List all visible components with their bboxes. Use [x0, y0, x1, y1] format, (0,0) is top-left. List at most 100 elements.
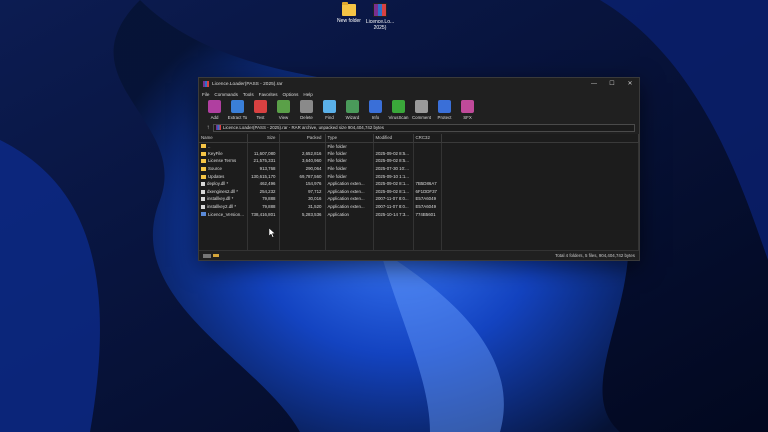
- file-icon: [201, 182, 205, 187]
- column-header-type[interactable]: Type: [325, 134, 374, 143]
- toolbar-info-button[interactable]: Info: [364, 100, 387, 120]
- empty-cell: [373, 217, 414, 250]
- info-icon: [369, 100, 382, 113]
- cell-packed: 3,640,960: [279, 157, 326, 165]
- comment-icon: [415, 100, 428, 113]
- file-row[interactable]: License Terms 21,575,331 3,640,960 File fol…: [199, 157, 639, 165]
- archive-path-text: Licence.Loader(PASS - 2025).rar - RAR ar…: [223, 125, 384, 130]
- file-list-empty-area: [199, 217, 639, 250]
- cell-modified: 2025-09-10 1:1...: [373, 172, 414, 180]
- column-header-spacer: [441, 134, 639, 143]
- empty-cell: [441, 217, 639, 250]
- file-row[interactable]: Licence_Version... 738,416,801 5,283,536 Ap…: [199, 210, 639, 218]
- cell-name: License Terms: [199, 157, 248, 165]
- cell-modified: 2025-10-14 7:3...: [373, 210, 414, 218]
- add-icon: [208, 100, 221, 113]
- file-row[interactable]: deploy.dll * 462,496 154,976 Application ex…: [199, 179, 639, 188]
- file-name: Updates: [208, 173, 225, 179]
- file-list[interactable]: Name Size Packed Type Modified CRC32 .. F…: [199, 134, 639, 250]
- desktop-icon-label-line2: 2025): [373, 25, 387, 31]
- cell-size: 21,575,331: [247, 157, 280, 165]
- toolbar-protect-button[interactable]: Protect: [433, 100, 456, 120]
- title-bar[interactable]: Licence.Loader(PASS - 2025).rar — ☐ ✕: [199, 78, 639, 90]
- toolbar-button-label: Comment: [411, 115, 432, 120]
- up-arrow-icon[interactable]: ↑: [203, 125, 213, 131]
- drive-icon[interactable]: [203, 253, 211, 258]
- menu-options[interactable]: Options: [283, 92, 299, 97]
- cell-crc: [413, 149, 442, 158]
- minimize-button[interactable]: —: [585, 78, 603, 90]
- file-row[interactable]: KeyFile 11,607,080 2,652,816 File folder 202…: [199, 149, 639, 158]
- toolbar-test-button[interactable]: Test: [249, 100, 272, 120]
- menu-favorites[interactable]: Favorites: [259, 92, 278, 97]
- file-row[interactable]: dxengines2.dll * 254,232 97,712 Application…: [199, 187, 639, 196]
- cell-crc: E57A6049: [413, 202, 442, 211]
- toolbar-button-label: View: [278, 115, 289, 120]
- column-header-modified[interactable]: Modified: [373, 134, 414, 143]
- toolbar-sfx-button[interactable]: SFX: [456, 100, 479, 120]
- cell-spacer: [441, 179, 639, 188]
- cell-name: KeyFile: [199, 149, 248, 158]
- close-button[interactable]: ✕: [621, 78, 639, 90]
- cell-size: [247, 142, 280, 150]
- desktop-icon-rar-archive[interactable]: Licence.Lo... 2025): [360, 3, 400, 31]
- toolbar-find-button[interactable]: Find: [318, 100, 341, 120]
- cell-modified: 2025-09-02 8:5...: [373, 157, 414, 165]
- file-row[interactable]: installkey2.dll * 79,888 31,520 Application…: [199, 202, 639, 211]
- menu-tools[interactable]: Tools: [243, 92, 254, 97]
- toolbar-button-label: Protect: [437, 115, 452, 120]
- rar-archive-icon: [373, 3, 387, 17]
- test-icon: [254, 100, 267, 113]
- cell-crc: 7B5D86A7: [413, 179, 442, 188]
- column-header-packed[interactable]: Packed: [279, 134, 326, 143]
- window-title: Licence.Loader(PASS - 2025).rar: [212, 81, 283, 87]
- empty-cell: [325, 217, 374, 250]
- file-row[interactable]: installkey.dll * 79,888 30,016 Application …: [199, 195, 639, 203]
- toolbar-button-label: Info: [371, 115, 380, 120]
- column-header-crc32[interactable]: CRC32: [413, 134, 442, 143]
- menu-help[interactable]: Help: [303, 92, 312, 97]
- cell-size: 254,232: [247, 187, 280, 196]
- cell-name: dxengines2.dll *: [199, 187, 248, 196]
- cell-type: Application exten...: [325, 187, 374, 196]
- cell-packed: 97,712: [279, 187, 326, 196]
- winrar-window: Licence.Loader(PASS - 2025).rar — ☐ ✕ Fi…: [198, 77, 640, 261]
- cell-packed: 69,787,560: [279, 172, 326, 180]
- toolbar-delete-button[interactable]: Delete: [295, 100, 318, 120]
- file-row[interactable]: Source 913,768 290,064 File folder 2025-07-3…: [199, 164, 639, 173]
- file-row[interactable]: Updates 130,615,170 69,787,560 File folder 2…: [199, 172, 639, 180]
- toolbar-add-button[interactable]: Add: [203, 100, 226, 120]
- toolbar-button-label: VirusScan: [388, 115, 409, 120]
- cell-packed: 2,652,816: [279, 149, 326, 158]
- toolbar-button-label: Find: [325, 115, 334, 120]
- cell-type: File folder: [325, 149, 374, 158]
- cell-crc: E57A6049: [413, 195, 442, 203]
- file-name: ..: [208, 143, 211, 149]
- menu-commands[interactable]: Commands: [214, 92, 238, 97]
- cell-spacer: [441, 164, 639, 173]
- maximize-button[interactable]: ☐: [603, 78, 621, 90]
- cell-name: installkey2.dll *: [199, 202, 248, 211]
- file-name: dxengines2.dll *: [207, 188, 239, 194]
- toolbar-extract-to-button[interactable]: Extract To: [226, 100, 249, 120]
- cell-crc: [413, 142, 442, 150]
- column-header-size[interactable]: Size: [247, 134, 280, 143]
- delete-icon: [300, 100, 313, 113]
- cell-modified: 2025-09-02 8:5...: [373, 149, 414, 158]
- toolbar-virusscan-button[interactable]: VirusScan: [387, 100, 410, 120]
- toolbar-view-button[interactable]: View: [272, 100, 295, 120]
- cell-modified: 2007-11-07 8:0...: [373, 195, 414, 203]
- menu-file[interactable]: File: [202, 92, 209, 97]
- cell-size: 79,888: [247, 202, 280, 211]
- cell-modified: 2025-07-30 10:...: [373, 164, 414, 173]
- mouse-cursor-icon: [269, 228, 276, 238]
- toolbar-comment-button[interactable]: Comment: [410, 100, 433, 120]
- empty-cell: [279, 217, 326, 250]
- cell-packed: [279, 142, 326, 150]
- archive-path-field[interactable]: Licence.Loader(PASS - 2025).rar - RAR ar…: [213, 123, 635, 132]
- folder-icon: [201, 159, 206, 164]
- file-row[interactable]: .. File folder: [199, 142, 639, 150]
- toolbar-wizard-button[interactable]: Wizard: [341, 100, 364, 120]
- cell-name: deploy.dll *: [199, 179, 248, 188]
- column-header-name[interactable]: Name: [199, 134, 248, 143]
